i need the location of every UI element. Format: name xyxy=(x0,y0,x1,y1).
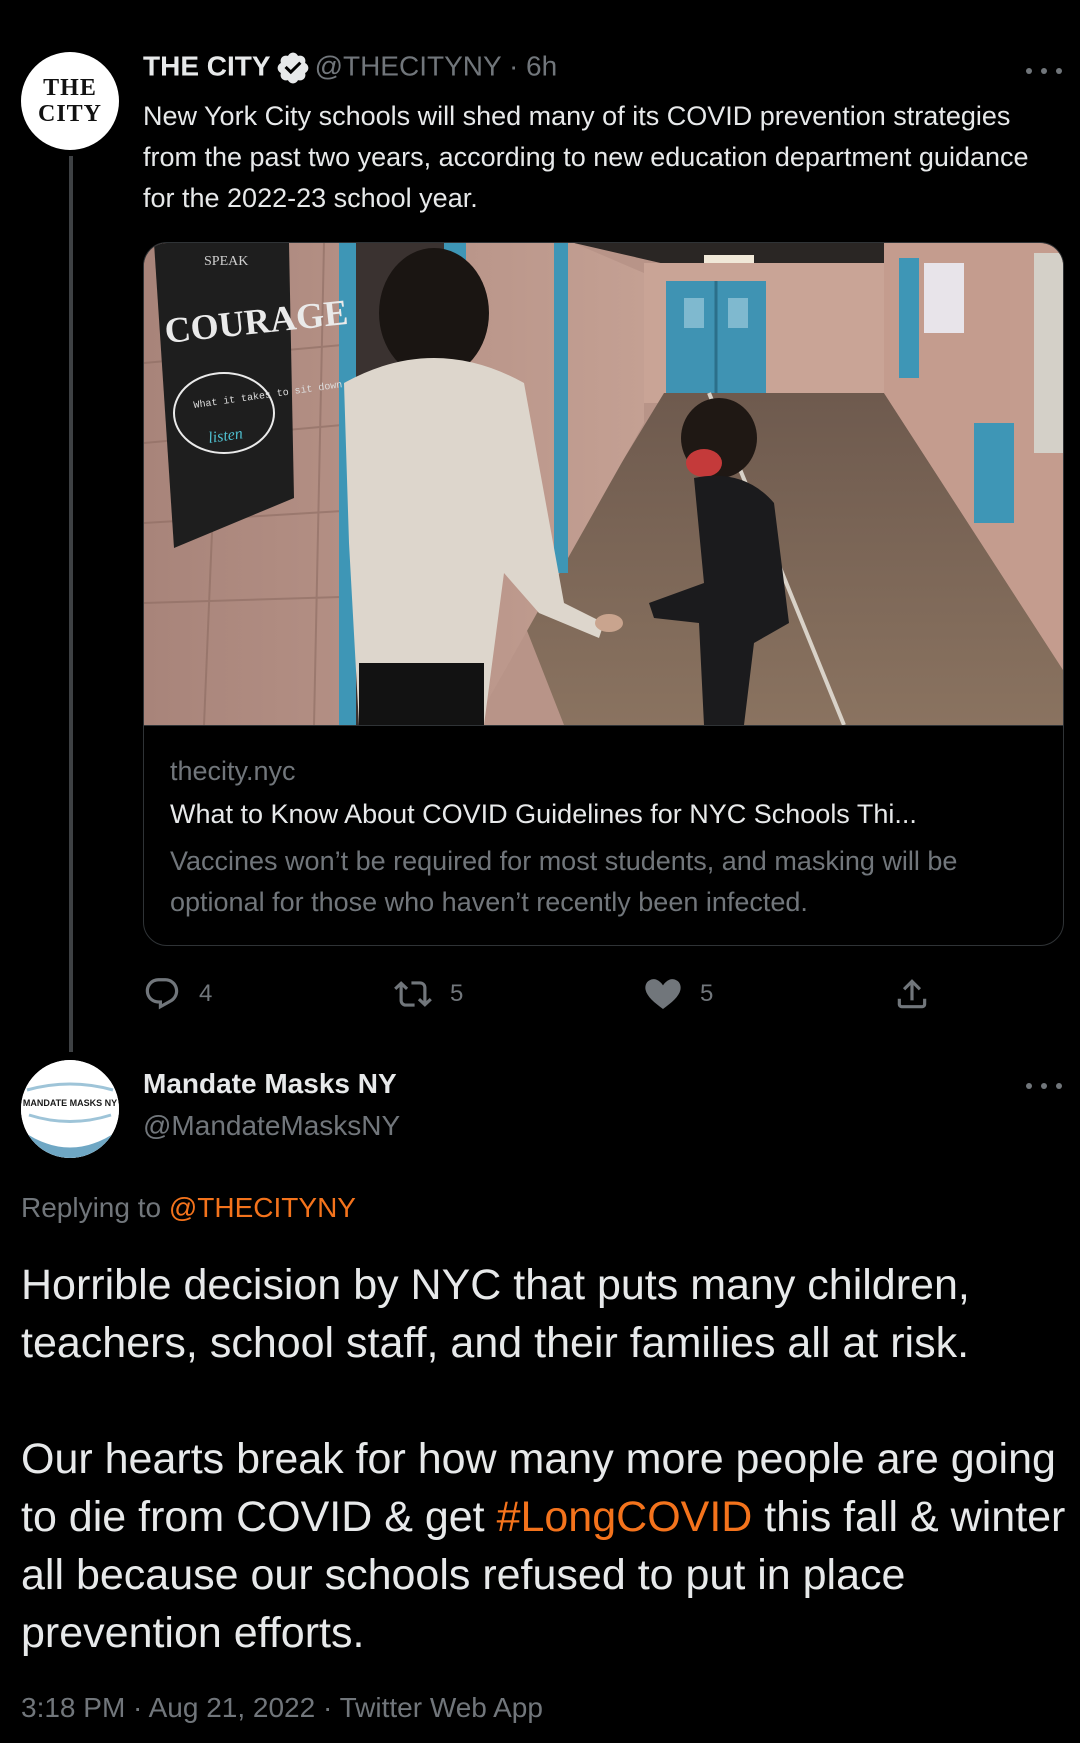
svg-text:MANDATE MASKS NY: MANDATE MASKS NY xyxy=(23,1098,117,1108)
card-description: Vaccines won’t be required for most stud… xyxy=(170,846,958,917)
reply-button[interactable]: 4 xyxy=(143,972,212,1016)
reply-icon xyxy=(145,978,179,1010)
reply-count: 4 xyxy=(199,980,213,1007)
separator-dot: · xyxy=(508,50,519,82)
the-city-logo: THE CITY xyxy=(37,75,102,127)
author-handle[interactable]: @MandateMasksNY xyxy=(143,1110,400,1142)
replying-mention-link[interactable]: @THECITYNY xyxy=(169,1192,356,1223)
heart-icon xyxy=(645,979,681,1010)
card-image: SPEAK COURAGE What it takes to sit down … xyxy=(144,243,1063,726)
author-name[interactable]: Mandate Masks NY xyxy=(143,1068,397,1100)
author-handle[interactable]: @THECITYNY xyxy=(315,50,502,81)
card-title: What to Know About COVID Guidelines for … xyxy=(170,799,917,829)
svg-text:SPEAK: SPEAK xyxy=(204,254,248,269)
card-domain: thecity.nyc xyxy=(170,756,296,786)
retweet-icon xyxy=(394,981,432,1007)
mandate-masks-avatar[interactable]: MANDATE MASKS NY xyxy=(21,1060,119,1158)
tweet1-text: New York City schools will shed many of … xyxy=(143,101,1029,213)
tweet2-paragraph-2: Our hearts break for how many more peopl… xyxy=(21,1430,1071,1662)
replying-to: Replying to @THECITYNY xyxy=(21,1192,356,1224)
mask-logo: MANDATE MASKS NY xyxy=(21,1060,119,1158)
hashtag-link[interactable]: #LongCOVID xyxy=(497,1493,753,1541)
tweet2-paragraph-1: Horrible decision by NYC that puts many … xyxy=(21,1261,970,1367)
more-options-icon[interactable] xyxy=(1026,65,1062,77)
retweet-count: 5 xyxy=(450,980,464,1007)
tweet-metadata[interactable]: 3:18 PM · Aug 21, 2022 · Twitter Web App xyxy=(21,1692,543,1724)
replying-prefix: Replying to xyxy=(21,1192,169,1223)
author-name[interactable]: THE CITY xyxy=(143,50,271,81)
thread-connector-line xyxy=(69,156,73,1052)
the-city-avatar[interactable]: THE CITY xyxy=(21,52,119,150)
tweet2-text: Horrible decision by NYC that puts many … xyxy=(21,1256,1071,1662)
like-button[interactable]: 5 xyxy=(644,972,713,1016)
tweet-time[interactable]: 6h xyxy=(526,50,557,81)
verified-badge-icon xyxy=(277,52,308,84)
link-preview-card[interactable]: SPEAK COURAGE What it takes to sit down … xyxy=(143,242,1064,946)
share-icon xyxy=(897,979,927,1009)
more-options-icon[interactable] xyxy=(1026,1080,1062,1092)
tweet1-header: THE CITY @THECITYNY · 6h xyxy=(143,50,557,86)
share-button[interactable] xyxy=(893,972,931,1016)
retweet-button[interactable]: 5 xyxy=(394,972,463,1016)
like-count: 5 xyxy=(700,980,714,1007)
